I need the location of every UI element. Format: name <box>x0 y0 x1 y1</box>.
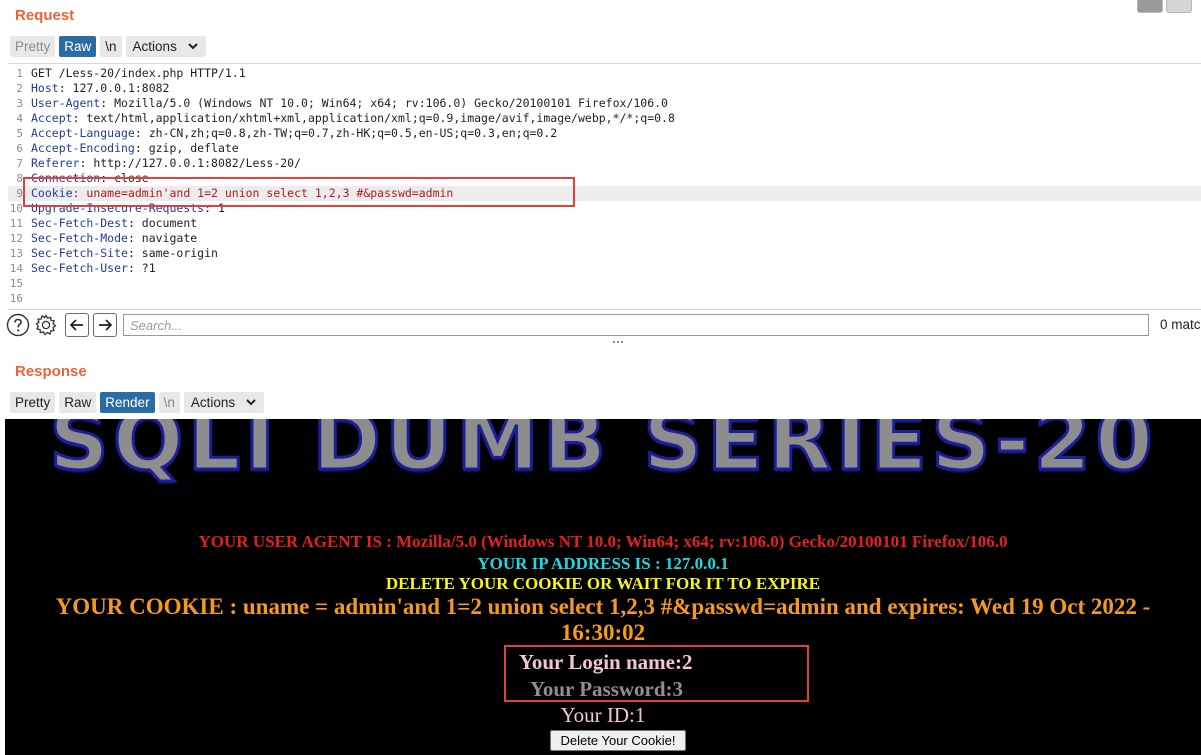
request-line: 13 Sec-Fetch-Site: same-origin <box>8 246 1201 261</box>
line-number: 15 <box>9 277 23 290</box>
line-number: 3 <box>16 97 23 110</box>
header-value: : navigate <box>127 231 198 245</box>
line-text: Sec-Fetch-User: ?1 <box>31 261 156 276</box>
line-number: 5 <box>16 127 23 140</box>
line-number: 14 <box>9 262 23 275</box>
header-key: User-Agent <box>31 96 101 110</box>
header-value: : text/html,application/xhtml+xml,applic… <box>72 111 675 125</box>
line-text: Accept-Encoding: gzip, deflate <box>31 141 239 156</box>
header-key: Sec-Fetch-Mode <box>31 231 128 245</box>
header-key: Referer <box>31 156 80 170</box>
line-number: 6 <box>16 142 23 155</box>
request-line: 3 User-Agent: Mozilla/5.0 (Windows NT 10.… <box>8 96 1201 111</box>
line-number: 16 <box>9 292 23 305</box>
layout-split-icon[interactable] <box>1137 0 1163 13</box>
response-actions-menu[interactable]: Actions <box>183 392 264 413</box>
line-text: Accept: text/html,application/xhtml+xml,… <box>31 111 675 126</box>
chevron-down-icon <box>187 43 198 50</box>
help-icon[interactable] <box>6 313 30 337</box>
header-key: Sec-Fetch-User <box>31 261 128 275</box>
line-number: 2 <box>16 82 23 95</box>
header-key: Sec-Fetch-Site <box>31 246 128 260</box>
line-text: Host: 127.0.0.1:8082 <box>31 81 169 96</box>
line-number: 9 <box>16 187 23 200</box>
layout-toggles <box>1137 0 1192 13</box>
response-title: Response <box>15 363 87 380</box>
match-count: 0 matches <box>1160 317 1201 332</box>
header-value: : Mozilla/5.0 (Windows NT 10.0; Win64; x… <box>100 96 668 110</box>
user-id-text: Your ID:1 <box>560 703 646 727</box>
request-title: Request <box>15 7 75 24</box>
line-number: 7 <box>16 157 23 170</box>
request-actions-label: Actions <box>132 39 177 54</box>
cookie-text: YOUR COOKIE : uname = admin'and 1=2 unio… <box>55 594 1151 645</box>
request-line: 14 Sec-Fetch-User: ?1 <box>8 261 1201 276</box>
search-row: 0 matches <box>6 312 1201 338</box>
line-text: Referer: http://127.0.0.1:8082/Less-20/ <box>31 156 301 171</box>
header-key: Accept <box>31 111 73 125</box>
search-input[interactable] <box>123 314 1149 336</box>
header-value: : same-origin <box>127 246 218 260</box>
line-number: 1 <box>16 67 23 80</box>
response-actions-label: Actions <box>190 395 236 410</box>
request-line: 16 <box>8 291 1201 306</box>
request-tab-pretty[interactable]: Pretty <box>10 36 56 57</box>
line-text: Accept-Language: zh-CN,zh;q=0.8,zh-TW;q=… <box>31 126 557 141</box>
request-line: 12 Sec-Fetch-Mode: navigate <box>8 231 1201 246</box>
gear-icon[interactable] <box>34 313 58 337</box>
header-key: Host <box>31 81 59 95</box>
line-number: 11 <box>9 217 23 230</box>
line-text: Sec-Fetch-Dest: document <box>31 216 197 231</box>
request-line: 15 <box>8 276 1201 291</box>
line-number: 12 <box>9 232 23 245</box>
response-tab-pretty[interactable]: Pretty <box>10 392 56 413</box>
line-text: GET /Less-20/index.php HTTP/1.1 <box>31 66 246 81</box>
layout-tabs-icon[interactable] <box>1166 0 1192 13</box>
response-tab-newline[interactable]: \n <box>158 392 180 413</box>
ip-address-text: YOUR IP ADDRESS IS : 127.0.0.1 <box>477 554 729 573</box>
request-actions-menu[interactable]: Actions <box>125 36 206 57</box>
response-tab-render[interactable]: Render <box>100 392 155 413</box>
header-value: : ?1 <box>127 261 156 275</box>
request-line: 11 Sec-Fetch-Dest: document <box>8 216 1201 231</box>
request-tab-raw[interactable]: Raw <box>59 36 97 57</box>
request-line: 7 Referer: http://127.0.0.1:8082/Less-20/ <box>8 156 1201 171</box>
line-number: 10 <box>9 202 23 215</box>
line-text: Sec-Fetch-Mode: navigate <box>31 231 197 246</box>
header-key: Accept-Language <box>31 126 135 140</box>
request-line: 5 Accept-Language: zh-CN,zh;q=0.8,zh-TW;q… <box>8 126 1201 141</box>
line-text: User-Agent: Mozilla/5.0 (Windows NT 10.0… <box>31 96 668 111</box>
header-key: Accept-Encoding <box>31 141 135 155</box>
response-tab-raw[interactable]: Raw <box>59 392 97 413</box>
line-number: 8 <box>16 172 23 185</box>
request-line: 6 Accept-Encoding: gzip, deflate <box>8 141 1201 156</box>
request-tabbar: Pretty Raw \n Actions <box>10 36 206 57</box>
header-value: : gzip, deflate <box>134 141 239 155</box>
delete-cookie-notice: DELETE YOUR COOKIE OR WAIT FOR IT TO EXP… <box>385 574 821 593</box>
header-key: Sec-Fetch-Dest <box>31 216 128 230</box>
next-match-icon[interactable] <box>93 313 117 337</box>
request-tab-newline[interactable]: \n <box>100 36 122 57</box>
page-banner: SQLI DUMB SERIES-20 <box>48 419 1157 491</box>
prev-match-icon[interactable] <box>65 313 89 337</box>
rendered-response: SQLI DUMB SERIES-20 YOUR USER AGENT IS :… <box>5 419 1201 755</box>
cookie-highlight-box <box>23 177 575 207</box>
line-number: 4 <box>16 112 23 125</box>
delete-cookie-button[interactable]: Delete Your Cookie! <box>550 730 686 751</box>
line-text: Sec-Fetch-Site: same-origin <box>31 246 218 261</box>
user-agent-text: YOUR USER AGENT IS : Mozilla/5.0 (Window… <box>198 532 1008 551</box>
chevron-down-icon <box>246 399 256 406</box>
request-line-text: GET /Less-20/index.php HTTP/1.1 <box>31 66 246 80</box>
header-value: : zh-CN,zh;q=0.8,zh-TW;q=0.7,zh-HK;q=0.5… <box>134 126 558 140</box>
header-value: : 127.0.0.1:8082 <box>58 81 170 95</box>
line-number: 13 <box>9 247 23 260</box>
header-value: : http://127.0.0.1:8082/Less-20/ <box>79 156 302 170</box>
result-highlight-box <box>504 645 809 702</box>
request-line: 1 GET /Less-20/index.php HTTP/1.1 <box>8 66 1201 81</box>
panel-splitter-handle[interactable] <box>613 339 629 345</box>
header-value: : document <box>127 216 198 230</box>
response-tabbar: Pretty Raw Render \n Actions <box>10 392 264 413</box>
request-line: 2 Host: 127.0.0.1:8082 <box>8 81 1201 96</box>
request-line: 4 Accept: text/html,application/xhtml+xml… <box>8 111 1201 126</box>
